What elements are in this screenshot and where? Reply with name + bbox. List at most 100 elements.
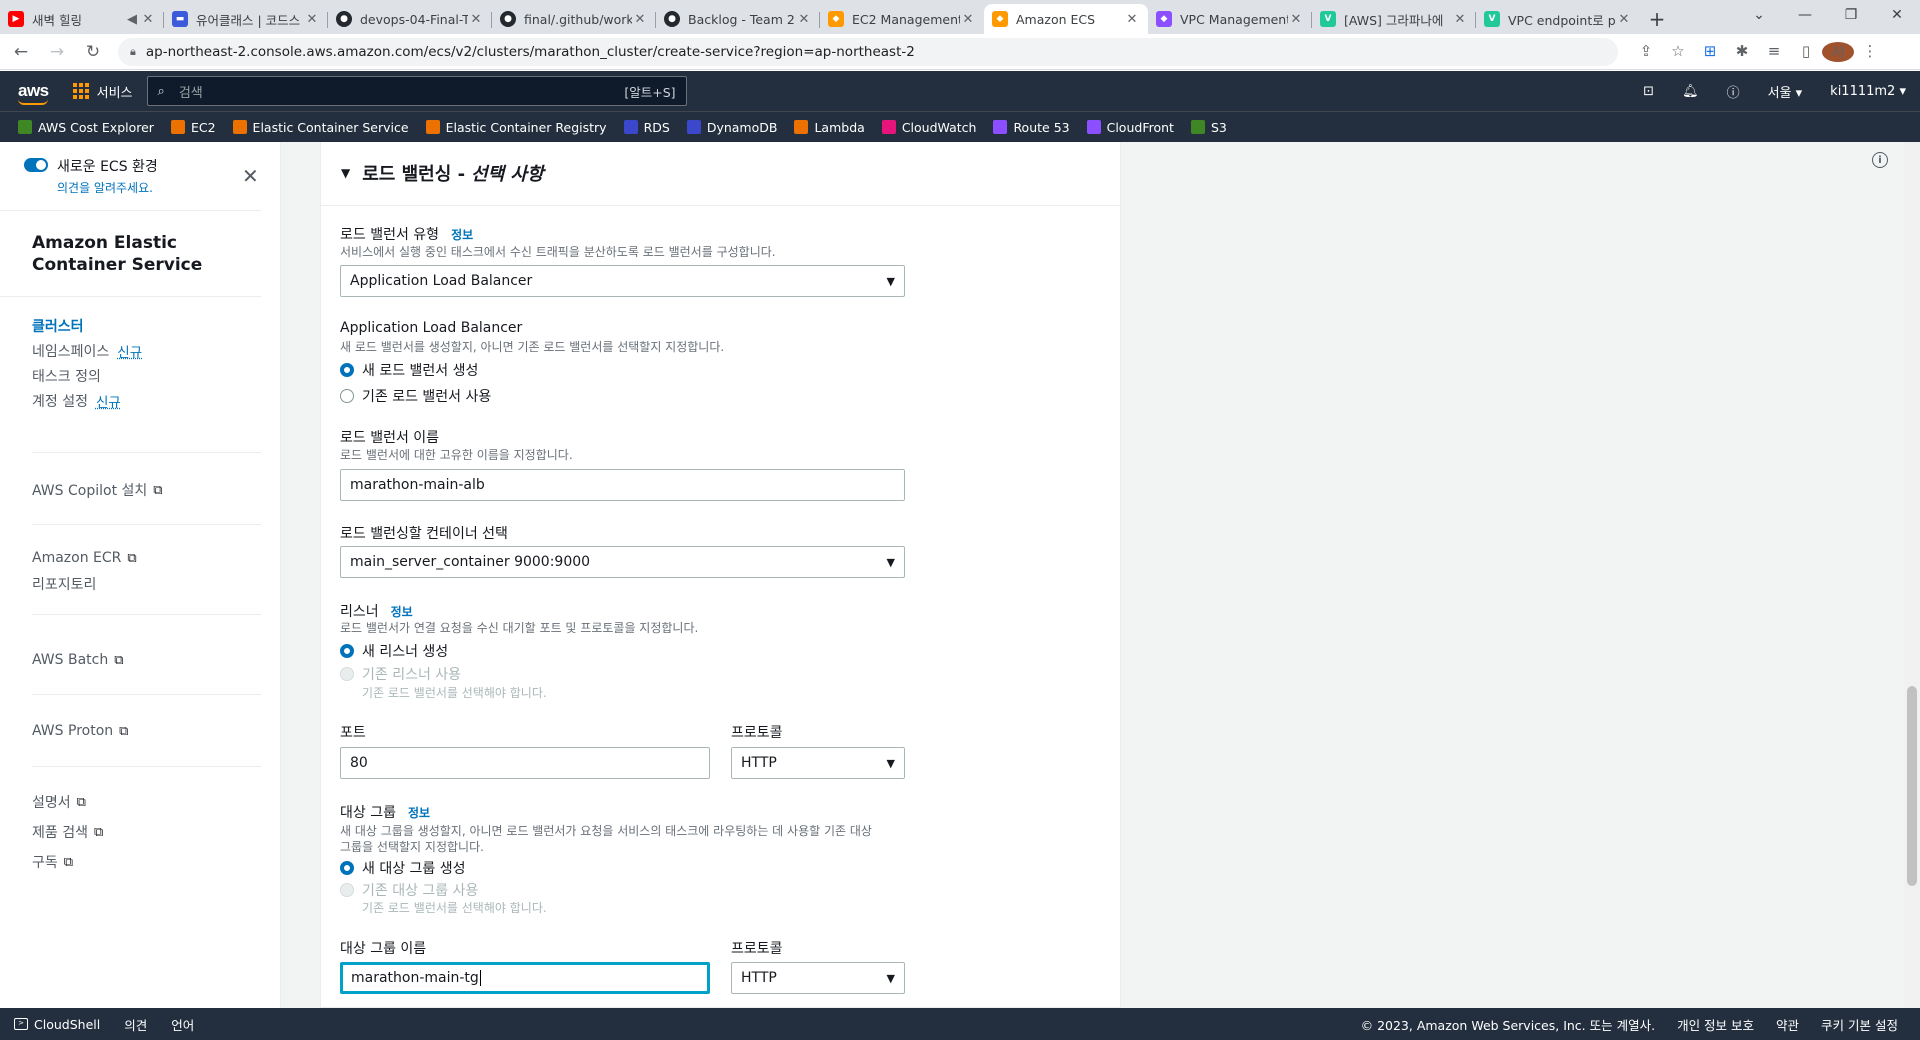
target-group-protocol-select[interactable]: HTTP ▼ bbox=[731, 962, 905, 994]
browser-tab-active[interactable]: ◆ Amazon ECS ✕ bbox=[984, 4, 1148, 34]
footer-feedback-link[interactable]: 의견 bbox=[124, 1015, 147, 1034]
new-ecs-experience-toggle[interactable] bbox=[24, 158, 48, 172]
lock-icon[interactable]: 🔒︎ bbox=[130, 45, 136, 59]
info-link[interactable]: 정보 bbox=[451, 226, 473, 243]
bookmark-star-icon[interactable]: ☆ bbox=[1662, 42, 1694, 62]
close-icon[interactable]: ✕ bbox=[1452, 12, 1468, 27]
radio-button[interactable] bbox=[340, 363, 354, 377]
menu-kebab-icon[interactable]: ⋮ bbox=[1854, 42, 1886, 62]
favorite-dynamodb[interactable]: DynamoDB bbox=[686, 120, 777, 135]
media-icon[interactable]: ≡ bbox=[1758, 42, 1790, 62]
favorite-rds[interactable]: RDS bbox=[623, 120, 670, 135]
feedback-link[interactable]: 의견을 알려주세요. bbox=[57, 179, 158, 196]
aws-logo[interactable]: aws bbox=[18, 81, 49, 105]
close-icon[interactable]: ✕ bbox=[632, 12, 648, 27]
close-icon[interactable]: ✕ bbox=[1616, 12, 1632, 27]
sidebar-link-proton[interactable]: AWS Proton ⧉ bbox=[32, 723, 128, 739]
favorite-lambda[interactable]: Lambda bbox=[794, 120, 865, 135]
footer-cookies-link[interactable]: 쿠키 기본 설정 bbox=[1821, 1015, 1898, 1034]
sidebar-link-documentation[interactable]: 설명서 ⧉ bbox=[32, 792, 86, 812]
sidebar-item-task-definitions[interactable]: 태스크 정의 bbox=[32, 366, 101, 386]
sidebar-link-batch[interactable]: AWS Batch ⧉ bbox=[32, 652, 124, 668]
footer-terms-link[interactable]: 약관 bbox=[1776, 1015, 1799, 1034]
sidebar-heading[interactable]: Amazon Elastic Container Service bbox=[32, 232, 232, 276]
sidebar-link-discover-products[interactable]: 제품 검색 ⧉ bbox=[32, 822, 103, 842]
radio-button[interactable] bbox=[340, 389, 354, 403]
radio-existing-lb[interactable]: 기존 로드 밸런서 사용 bbox=[340, 386, 491, 406]
search-input[interactable]: ⌕ 검색 [알트+S] bbox=[146, 76, 687, 106]
url-field[interactable]: 🔒︎ ap-northeast-2.console.aws.amazon.com… bbox=[118, 37, 1618, 66]
close-icon[interactable]: ✕ bbox=[1124, 12, 1140, 27]
favorite-cloudfront[interactable]: CloudFront bbox=[1086, 120, 1174, 135]
radio-button[interactable] bbox=[340, 861, 354, 875]
footer-privacy-link[interactable]: 개인 정보 보호 bbox=[1677, 1015, 1754, 1034]
notifications-icon[interactable]: 🔔︎ bbox=[1682, 84, 1699, 99]
browser-tab[interactable]: V [AWS] 그라파나에 ✕ bbox=[1312, 4, 1476, 34]
favorite-ecs[interactable]: Elastic Container Service bbox=[232, 120, 409, 135]
port-input[interactable]: 80 bbox=[340, 747, 710, 779]
forward-icon[interactable]: → bbox=[42, 37, 72, 67]
help-icon[interactable]: ⓘ bbox=[1727, 82, 1740, 101]
browser-tab[interactable]: ◆ VPC Management ✕ bbox=[1148, 4, 1312, 34]
sidebar-link-subscribe[interactable]: 구독 ⧉ bbox=[32, 852, 73, 872]
sidebar-link-ecr[interactable]: Amazon ECR ⧉ bbox=[32, 550, 137, 566]
close-icon[interactable]: ✕ bbox=[468, 12, 484, 27]
restore-icon[interactable]: ❐ bbox=[1828, 0, 1874, 30]
section-toggle[interactable]: ▼ 로드 밸런싱 - 선택 사항 bbox=[341, 160, 544, 186]
favorite-cloudwatch[interactable]: CloudWatch bbox=[881, 120, 976, 135]
side-panel-icon[interactable]: ▯ bbox=[1790, 42, 1822, 62]
browser-tab[interactable]: ● final/.github/work ✕ bbox=[492, 4, 656, 34]
radio-button[interactable] bbox=[340, 644, 354, 658]
mute-icon[interactable]: ◀ bbox=[124, 12, 140, 27]
close-icon[interactable]: ✕ bbox=[242, 164, 259, 188]
lb-type-select[interactable]: Application Load Balancer ▼ bbox=[340, 265, 905, 297]
browser-tab[interactable]: V VPC endpoint로 p ✕ bbox=[1476, 4, 1640, 34]
close-icon[interactable]: ✕ bbox=[796, 12, 812, 27]
minimize-icon[interactable]: — bbox=[1782, 0, 1828, 30]
reload-icon[interactable]: ↻ bbox=[78, 37, 108, 67]
browser-tab[interactable]: ◆ EC2 Management ✕ bbox=[820, 4, 984, 34]
cloudshell-button[interactable]: > CloudShell bbox=[14, 1017, 100, 1032]
radio-new-lb[interactable]: 새 로드 밸런서 생성 bbox=[340, 360, 478, 380]
region-selector[interactable]: 서울 ▾ bbox=[1768, 82, 1803, 101]
window-close-icon[interactable]: ✕ bbox=[1874, 0, 1920, 30]
extensions-icon[interactable]: ✱ bbox=[1726, 42, 1758, 62]
page-scrollbar[interactable] bbox=[1904, 142, 1920, 1008]
container-select[interactable]: main_server_container 9000:9000 ▼ bbox=[340, 546, 905, 578]
cloudshell-icon[interactable]: ⊡ bbox=[1643, 84, 1654, 99]
lb-name-input[interactable]: marathon-main-alb bbox=[340, 469, 905, 501]
browser-tab[interactable]: ● Backlog - Team 2 ✕ bbox=[656, 4, 820, 34]
sidebar-link-repositories[interactable]: 리포지토리 bbox=[32, 574, 96, 594]
listener-protocol-select[interactable]: HTTP ▼ bbox=[731, 747, 905, 779]
translate-icon[interactable]: ⊞ bbox=[1694, 42, 1726, 62]
info-panel-icon[interactable]: i bbox=[1872, 152, 1888, 168]
browser-tab[interactable]: ▬ 유어클래스 | 코드스 ✕ bbox=[164, 4, 328, 34]
account-menu[interactable]: ki1111m2 ▾ bbox=[1830, 84, 1906, 99]
sidebar-item-clusters[interactable]: 클러스터 bbox=[32, 316, 84, 336]
close-icon[interactable]: ✕ bbox=[304, 12, 320, 27]
tab-search-icon[interactable]: ⌄ bbox=[1736, 0, 1782, 30]
close-icon[interactable]: ✕ bbox=[1288, 12, 1304, 27]
back-icon[interactable]: ← bbox=[6, 37, 36, 67]
close-icon[interactable]: ✕ bbox=[960, 12, 976, 27]
favorite-s3[interactable]: S3 bbox=[1190, 120, 1227, 135]
footer-language-link[interactable]: 언어 bbox=[171, 1015, 194, 1034]
favorite-ecr[interactable]: Elastic Container Registry bbox=[425, 120, 607, 135]
info-link[interactable]: 정보 bbox=[391, 603, 413, 620]
share-icon[interactable]: ⇪ bbox=[1630, 42, 1662, 62]
browser-tab[interactable]: ▶ 새벽 힐링 ◀ ✕ bbox=[0, 4, 164, 34]
favorite-ec2[interactable]: EC2 bbox=[170, 120, 216, 135]
browser-tab[interactable]: ● devops-04-Final-T ✕ bbox=[328, 4, 492, 34]
profile-avatar[interactable]: 서 bbox=[1822, 41, 1854, 62]
scrollbar-thumb[interactable] bbox=[1907, 686, 1917, 886]
target-group-name-input[interactable]: marathon-main-tg bbox=[340, 962, 710, 994]
services-menu-button[interactable]: 서비스 bbox=[72, 82, 133, 101]
radio-new-listener[interactable]: 새 리스너 생성 bbox=[340, 641, 448, 661]
sidebar-item-namespaces[interactable]: 네임스페이스 신규 bbox=[32, 341, 142, 361]
favorite-route53[interactable]: Route 53 bbox=[993, 120, 1070, 135]
info-link[interactable]: 정보 bbox=[408, 804, 430, 821]
radio-new-target-group[interactable]: 새 대상 그룹 생성 bbox=[340, 858, 466, 878]
sidebar-item-account-settings[interactable]: 계정 설정 신규 bbox=[32, 391, 121, 411]
favorite-cost-explorer[interactable]: AWS Cost Explorer bbox=[18, 120, 154, 135]
sidebar-link-copilot[interactable]: AWS Copilot 설치 ⧉ bbox=[32, 480, 163, 500]
